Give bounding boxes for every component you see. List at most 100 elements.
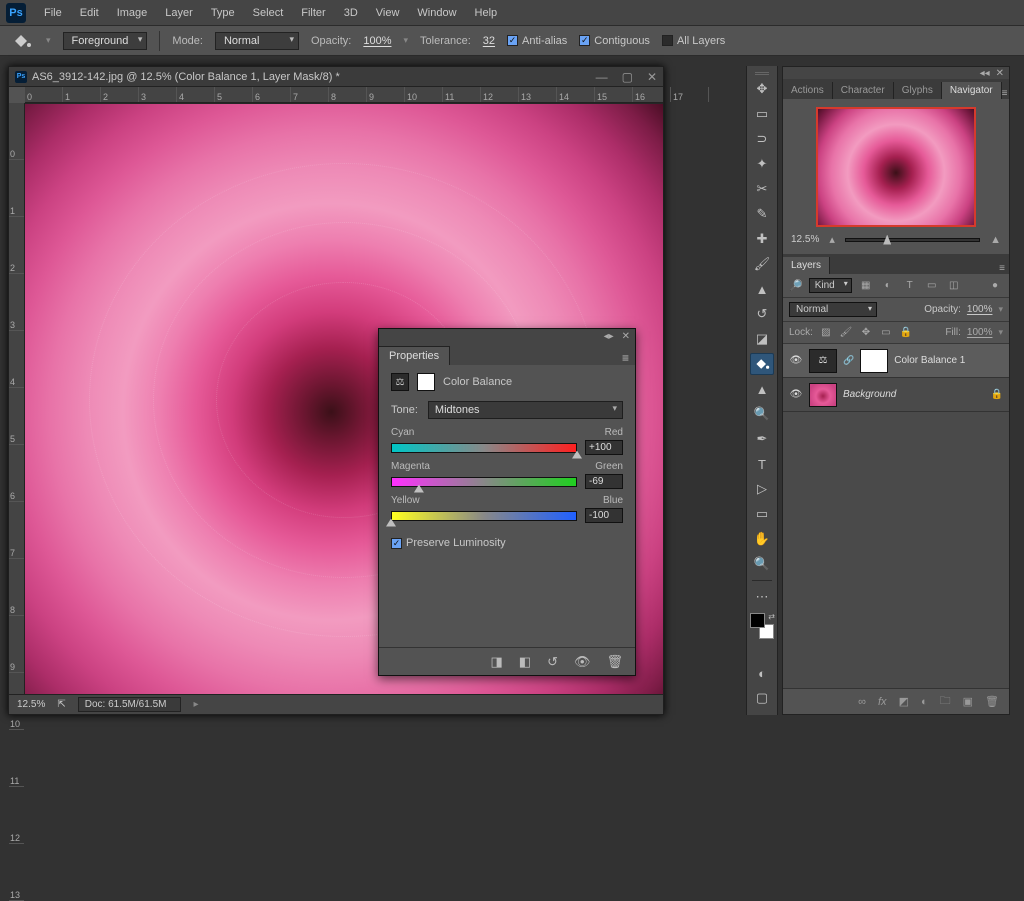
tool-blur[interactable]: ▲	[750, 378, 774, 400]
tool-history-brush[interactable]: ↺	[750, 303, 774, 325]
reset-icon[interactable]: ↺	[547, 654, 558, 670]
layer-blend-mode-dropdown[interactable]: Normal	[789, 302, 877, 317]
preserve-luminosity-checkbox[interactable]: Preserve Luminosity	[391, 537, 506, 549]
slider-value[interactable]: +100	[585, 440, 623, 455]
layer-name[interactable]: Background	[843, 389, 896, 400]
slider-track[interactable]	[391, 511, 577, 521]
filter-type-icon[interactable]: T	[902, 280, 918, 291]
link-layers-icon[interactable]: ∞	[858, 696, 866, 708]
tool-edit-toolbar[interactable]: ⋯	[750, 586, 774, 608]
tool-eyedropper[interactable]: ✎	[750, 203, 774, 225]
panel-menu-icon[interactable]: ≡	[622, 351, 629, 365]
tool-indicator-paint-bucket-icon[interactable]	[10, 32, 34, 50]
screen-mode-icon[interactable]: ▢	[750, 687, 774, 709]
view-previous-icon[interactable]: ◧	[519, 654, 531, 670]
tolerance-value[interactable]: 32	[483, 35, 495, 47]
color-swatches[interactable]: ⇄	[750, 613, 774, 639]
tool-pen[interactable]: ✒	[750, 428, 774, 450]
new-group-icon[interactable]: 🗀	[940, 692, 951, 711]
blend-mode-dropdown[interactable]: Normal	[215, 32, 299, 50]
add-mask-icon[interactable]: ◩	[899, 695, 909, 708]
slider-track[interactable]	[391, 443, 577, 453]
navigator-zoom-slider[interactable]	[845, 238, 980, 242]
lock-transparency-icon[interactable]: ▨	[819, 327, 833, 338]
tab-glyphs[interactable]: Glyphs	[894, 82, 942, 99]
filter-toggle-icon[interactable]: ●	[987, 280, 1003, 291]
ruler-horizontal[interactable]: 01234567891011121314151617	[25, 87, 663, 103]
tab-layers[interactable]: Layers	[783, 257, 830, 274]
menu-type[interactable]: Type	[203, 5, 243, 21]
layer-mask-thumb[interactable]	[860, 349, 888, 373]
menu-filter[interactable]: Filter	[293, 5, 333, 21]
menu-3d[interactable]: 3D	[336, 5, 366, 21]
tool-marquee[interactable]: ▭	[750, 103, 774, 125]
layer-visibility-icon[interactable]: 👁	[789, 355, 803, 366]
status-expand-icon[interactable]: ⇱	[57, 699, 65, 710]
layer-link-icon[interactable]: 🔗	[843, 355, 854, 366]
layer-item-color-balance[interactable]: 👁 ⚖ 🔗 Color Balance 1	[783, 344, 1009, 378]
panel-grip[interactable]	[755, 72, 769, 75]
all-layers-checkbox[interactable]: All Layers	[662, 35, 725, 47]
zoom-in-icon[interactable]: ▲	[990, 234, 1001, 246]
layers-menu-icon[interactable]: ≡	[999, 263, 1005, 274]
foreground-color-swatch[interactable]	[750, 613, 765, 628]
menu-view[interactable]: View	[368, 5, 408, 21]
navigator-zoom-value[interactable]: 12.5%	[791, 234, 819, 245]
layer-mask-icon[interactable]	[417, 373, 435, 391]
layer-filter-kind-dropdown[interactable]: Kind	[809, 278, 852, 293]
tab-character[interactable]: Character	[833, 82, 894, 99]
filter-shape-icon[interactable]: ▭	[924, 280, 940, 291]
toggle-visibility-icon[interactable]: 👁	[574, 654, 591, 670]
tab-actions[interactable]: Actions	[783, 82, 833, 99]
navigator-menu-icon[interactable]: ≡	[1002, 88, 1008, 99]
tool-crop[interactable]: ✂	[750, 178, 774, 200]
tool-paint-bucket[interactable]	[750, 353, 774, 375]
tool-spot-heal[interactable]: ✚	[750, 228, 774, 250]
window-minimize-button[interactable]: —	[596, 70, 608, 84]
lock-pixels-icon[interactable]: 🖌	[839, 327, 853, 338]
layer-opacity-value[interactable]: 100%	[967, 304, 993, 315]
menu-select[interactable]: Select	[245, 5, 292, 21]
menu-window[interactable]: Window	[409, 5, 464, 21]
document-titlebar[interactable]: Ps AS6_3912-142.jpg @ 12.5% (Color Balan…	[9, 67, 663, 87]
tool-eraser[interactable]: ◪	[750, 328, 774, 350]
layer-item-background[interactable]: 👁 Background 🔒	[783, 378, 1009, 412]
layer-fill-value[interactable]: 100%	[967, 327, 993, 338]
tool-hand[interactable]: ✋	[750, 528, 774, 550]
panel-collapse-handle[interactable]: ◂◂✕	[783, 67, 1009, 79]
menu-file[interactable]: File	[36, 5, 70, 21]
panel-drag-handle[interactable]: ◂▸✕	[379, 329, 635, 343]
filter-adjustment-icon[interactable]: ◐	[880, 280, 896, 291]
menu-layer[interactable]: Layer	[157, 5, 201, 21]
fill-source-dropdown[interactable]: Foreground	[63, 32, 148, 50]
tool-brush[interactable]: 🖌	[750, 253, 774, 275]
filter-pixel-icon[interactable]: ▦	[858, 280, 874, 291]
status-zoom[interactable]: 12.5%	[17, 699, 45, 710]
menu-edit[interactable]: Edit	[72, 5, 107, 21]
tool-move[interactable]: ✥	[750, 78, 774, 100]
tool-zoom[interactable]: 🔍	[750, 553, 774, 575]
tool-type[interactable]: T	[750, 453, 774, 475]
swap-colors-icon[interactable]: ⇄	[768, 612, 775, 621]
menu-help[interactable]: Help	[467, 5, 506, 21]
tool-path-select[interactable]: ▷	[750, 478, 774, 500]
window-close-button[interactable]: ✕	[647, 70, 657, 84]
opacity-value[interactable]: 100%	[363, 35, 391, 47]
slider-value[interactable]: -69	[585, 474, 623, 489]
slider-value[interactable]: -100	[585, 508, 623, 523]
lock-position-icon[interactable]: ✥	[859, 327, 873, 338]
tool-clone-stamp[interactable]: ▲	[750, 278, 774, 300]
tab-navigator[interactable]: Navigator	[942, 82, 1002, 99]
layer-name[interactable]: Color Balance 1	[894, 355, 965, 366]
lock-artboard-icon[interactable]: ▭	[879, 327, 893, 338]
menu-image[interactable]: Image	[109, 5, 156, 21]
status-docinfo[interactable]: Doc: 61.5M/61.5M	[78, 697, 182, 712]
layer-visibility-icon[interactable]: 👁	[789, 389, 803, 400]
tool-dodge[interactable]: 🔍	[750, 403, 774, 425]
tool-lasso[interactable]: ⊃	[750, 128, 774, 150]
window-maximize-button[interactable]: ▢	[622, 70, 633, 84]
slider-track[interactable]	[391, 477, 577, 487]
zoom-out-icon[interactable]: ▴	[829, 233, 835, 246]
layer-style-icon[interactable]: fx	[878, 696, 887, 708]
tool-magic-wand[interactable]: ✦	[750, 153, 774, 175]
